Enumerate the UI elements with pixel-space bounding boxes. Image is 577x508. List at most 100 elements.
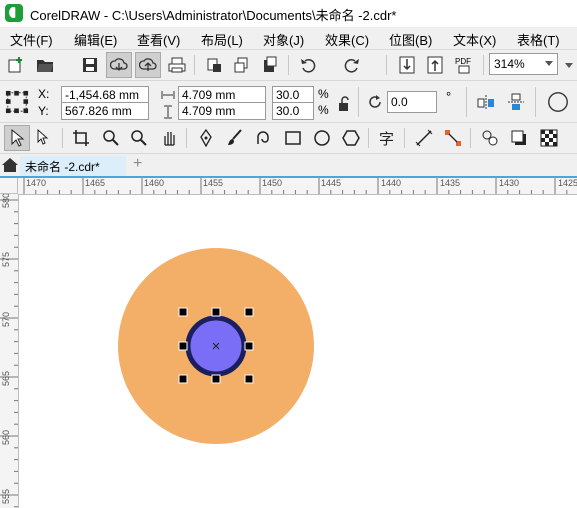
export-arrow-icon[interactable] xyxy=(424,54,446,76)
y-position-input[interactable] xyxy=(61,102,149,120)
handle-bottom-right[interactable] xyxy=(244,374,254,384)
add-document-tab-button[interactable]: + xyxy=(133,155,142,173)
pan-zoom-tool-icon[interactable] xyxy=(128,127,150,149)
menu-text[interactable]: 文本(X) xyxy=(453,30,496,49)
menu-table[interactable]: 表格(T) xyxy=(517,30,560,49)
menu-bitmaps[interactable]: 位图(B) xyxy=(389,30,432,49)
crop-tool-icon[interactable] xyxy=(70,127,92,149)
export-icon[interactable] xyxy=(231,54,253,76)
property-separator xyxy=(466,87,467,117)
menu-edit[interactable]: 编辑(E) xyxy=(74,30,117,49)
ruler-label: 1450 xyxy=(262,178,283,188)
polygon-tool-icon[interactable] xyxy=(340,127,362,149)
lock-ratio-icon[interactable] xyxy=(333,93,355,115)
ruler-label: 560 xyxy=(1,429,11,445)
redo-icon[interactable] xyxy=(341,54,363,76)
ellipse-tool-icon[interactable] xyxy=(311,127,333,149)
open-folder-icon[interactable] xyxy=(34,54,56,76)
menu-view[interactable]: 查看(V) xyxy=(137,30,180,49)
handle-top[interactable] xyxy=(211,307,221,317)
connector-tool-icon[interactable] xyxy=(442,127,464,149)
ruler-label: 565 xyxy=(1,370,11,386)
cloud-upload-icon[interactable] xyxy=(135,52,161,78)
menu-file[interactable]: 文件(F) xyxy=(10,30,53,49)
ruler-label: 1430 xyxy=(499,178,520,188)
print-icon[interactable] xyxy=(166,54,188,76)
brush-tool-icon[interactable] xyxy=(224,127,246,149)
menu-object[interactable]: 对象(J) xyxy=(263,30,304,49)
mirror-vertical-icon[interactable] xyxy=(505,91,527,113)
horizontal-ruler[interactable]: 1470 1465 1460 1455 1450 1445 1440 1435 … xyxy=(0,178,577,195)
menu-layout[interactable]: 布局(L) xyxy=(201,30,243,49)
drop-shadow-tool-icon[interactable] xyxy=(508,127,530,149)
svg-text:字: 字 xyxy=(379,130,394,147)
ruler-label: 1425 xyxy=(558,178,577,188)
window-title: CorelDRAW - C:\Users\Administrator\Docum… xyxy=(30,8,397,23)
scale-x-percent: % xyxy=(318,87,329,101)
ruler-origin-corner[interactable] xyxy=(0,178,18,194)
toolbar-overflow-icon[interactable] xyxy=(565,63,573,69)
height-input[interactable] xyxy=(178,102,266,120)
ellipse-shape-icon[interactable] xyxy=(545,89,571,115)
import-icon[interactable] xyxy=(203,54,225,76)
ruler-label: 575 xyxy=(1,251,11,267)
pen-tool-icon[interactable] xyxy=(195,127,217,149)
vertical-ruler-ticks xyxy=(0,199,18,508)
undo-icon[interactable] xyxy=(297,54,319,76)
save-icon[interactable] xyxy=(79,54,101,76)
ruler-label: 580 xyxy=(1,192,11,208)
tool-separator xyxy=(62,128,63,148)
handle-bottom[interactable] xyxy=(211,374,221,384)
height-icon xyxy=(164,105,172,119)
ruler-label: 1455 xyxy=(203,178,224,188)
publish-icon[interactable] xyxy=(259,54,281,76)
scale-y-input[interactable] xyxy=(272,102,314,120)
ruler-label: 1440 xyxy=(381,178,402,188)
width-icon xyxy=(161,91,175,99)
property-separator xyxy=(535,87,536,117)
drawing-canvas[interactable] xyxy=(19,195,577,508)
import-arrow-icon[interactable] xyxy=(396,54,418,76)
tool-separator xyxy=(368,128,369,148)
scale-y-percent: % xyxy=(318,103,329,117)
home-icon[interactable] xyxy=(1,156,19,174)
handle-bottom-left[interactable] xyxy=(178,374,188,384)
mirror-horizontal-icon[interactable] xyxy=(475,91,497,113)
pan-hand-tool-icon[interactable] xyxy=(158,127,180,149)
toolbar-separator xyxy=(483,55,484,75)
shape-tool-icon[interactable] xyxy=(33,127,55,149)
publish-pdf-icon[interactable]: PDF xyxy=(453,54,475,76)
ruler-label: 555 xyxy=(1,488,11,504)
coreldraw-logo-icon xyxy=(5,4,23,22)
rectangle-tool-icon[interactable] xyxy=(282,127,304,149)
zoom-tool-icon[interactable] xyxy=(100,127,122,149)
handle-left[interactable] xyxy=(178,341,188,351)
menu-effects[interactable]: 效果(C) xyxy=(325,30,369,49)
cloud-download-icon[interactable] xyxy=(106,52,132,78)
toolbar-separator xyxy=(386,55,387,75)
y-label: Y: xyxy=(38,104,49,118)
zoom-level-combo[interactable]: 314% xyxy=(489,53,558,75)
handle-top-left[interactable] xyxy=(178,307,188,317)
transparency-tool-icon[interactable] xyxy=(538,127,560,149)
pdf-label: PDF xyxy=(455,57,471,66)
handle-top-right[interactable] xyxy=(244,307,254,317)
new-document-icon[interactable] xyxy=(5,54,27,76)
curve-tool-icon[interactable] xyxy=(253,127,275,149)
pick-tool-icon[interactable] xyxy=(4,125,30,151)
object-origin-icon[interactable] xyxy=(4,89,30,115)
vertical-ruler[interactable]: 580 575 570 565 560 555 xyxy=(0,192,19,508)
ruler-label: 1470 xyxy=(26,178,47,188)
ruler-label: 1435 xyxy=(440,178,461,188)
dimension-tool-icon[interactable] xyxy=(413,127,435,149)
handle-right[interactable] xyxy=(244,341,254,351)
rotation-icon xyxy=(364,91,386,113)
rotation-angle-input[interactable] xyxy=(387,91,437,113)
text-tool-icon[interactable]: 字 xyxy=(376,127,398,149)
tool-separator xyxy=(470,128,471,148)
degree-symbol: ° xyxy=(446,89,452,104)
blend-tool-icon[interactable] xyxy=(479,127,501,149)
title-bar: CorelDRAW - C:\Users\Administrator\Docum… xyxy=(0,0,577,27)
property-separator xyxy=(358,87,359,117)
zoom-dropdown-icon[interactable] xyxy=(545,61,553,67)
